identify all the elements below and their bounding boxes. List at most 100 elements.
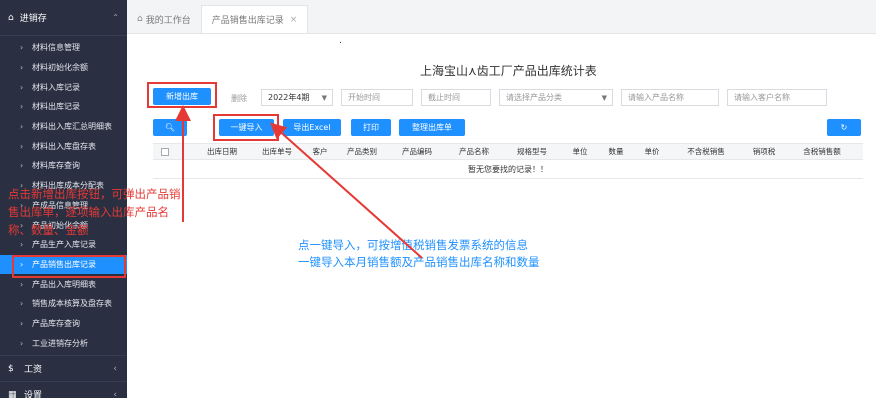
annotation-import: 点一键导入，可按增值税销售发票系统的信息 一键导入本月销售额及产品销售出库名称和… — [298, 237, 540, 271]
col-unit: 单位 — [572, 147, 588, 156]
chevron-right-icon: › — [20, 338, 24, 348]
sidebar-item-label: 材料入库记录 — [32, 82, 80, 92]
sidebar-item-label: 销售成本核算及盘存表 — [32, 299, 112, 309]
grid-icon: ▦ — [8, 389, 17, 398]
col-gross-sales: 含税销售额 — [803, 147, 841, 156]
new-outbound-button[interactable]: 新增出库 — [153, 88, 211, 105]
tab-product-sales-out[interactable]: 产品销售出库记录 × — [200, 5, 309, 33]
chevron-right-icon: › — [20, 259, 24, 269]
sidebar-item-label: 产品销售出库记录 — [32, 259, 96, 269]
period-value: 2022年4期 — [268, 93, 310, 102]
sidebar-item-material-info[interactable]: › 材料信息管理 — [0, 38, 127, 58]
main-content: . 上海宝山⋏齿工厂产品出库统计表 新增出库 删除 2022年4期 ▼ 开始时间… — [127, 34, 876, 398]
chevron-right-icon: › — [20, 279, 24, 289]
sidebar-item-product-detail[interactable]: › 产品出入库明细表 — [0, 274, 127, 294]
home-icon: ⌂ — [8, 12, 14, 23]
period-select[interactable]: 2022年4期 ▼ — [261, 89, 333, 106]
chevron-right-icon: › — [20, 102, 24, 112]
sidebar-header-label: 进销存 — [19, 14, 47, 24]
chevron-left-icon: ‹ — [113, 363, 117, 374]
sidebar-item-material-stock[interactable]: › 材料库存查询 — [0, 156, 127, 176]
sidebar-item-label: 产品生产入库记录 — [32, 240, 96, 250]
annotation-import-line2: 一键导入本月销售额及产品销售出库名称和数量 — [298, 255, 540, 269]
col-net-sales: 不含税销售 — [687, 147, 725, 156]
sidebar-item-label: 材料出入库汇总明细表 — [32, 122, 112, 132]
sidebar-item-product-sales-out[interactable]: › 产品销售出库记录 — [0, 254, 127, 278]
home-icon: ⌂ — [137, 14, 143, 24]
sidebar-item-material-init[interactable]: › 材料初始化余额 — [0, 58, 127, 78]
col-customer: 客户 — [312, 147, 328, 156]
tab-label: 产品销售出库记录 — [211, 16, 284, 26]
print-button[interactable]: 打印 — [351, 119, 391, 136]
sidebar-item-material-inventory[interactable]: › 材料出入库盘存表 — [0, 136, 127, 156]
annotation-import-line1: 点一键导入，可按增值税销售发票系统的信息 — [298, 238, 528, 252]
dollar-icon: $ — [8, 363, 14, 374]
sidebar-item-label: 工业进销存分析 — [32, 338, 88, 348]
sidebar-item-material-out[interactable]: › 材料出库记录 — [0, 97, 127, 117]
close-icon[interactable]: × — [290, 15, 298, 25]
customer-name-input[interactable]: 请输入客户名称 — [727, 89, 827, 106]
caret-down-icon: ▼ — [321, 94, 327, 102]
col-output-tax: 销项税 — [752, 147, 776, 156]
sidebar-item-label: 材料初始化余额 — [32, 63, 88, 73]
sidebar-item-product-stock[interactable]: › 产品库存查询 — [0, 314, 127, 334]
search-icon: 🔍︎ — [164, 123, 176, 132]
product-name-input[interactable]: 请输入产品名称 — [621, 89, 719, 106]
sidebar-item-label: 产品库存查询 — [32, 318, 80, 328]
chevron-right-icon: › — [20, 240, 24, 250]
col-code: 产品编码 — [402, 147, 432, 156]
chevron-right-icon: › — [20, 318, 24, 328]
refresh-icon: ↻ — [840, 123, 848, 132]
col-date: 出库日期 — [207, 147, 237, 156]
export-excel-button[interactable]: 导出Excel — [283, 119, 341, 136]
chevron-right-icon: › — [20, 299, 24, 309]
chevron-right-icon: › — [20, 141, 24, 151]
table-empty-row: 暂无您要找的记录！！ — [153, 160, 863, 179]
search-button[interactable]: 🔍︎ — [153, 119, 187, 136]
chevron-up-icon: ⌃ — [112, 13, 119, 22]
one-click-import-button[interactable]: 一键导入 — [219, 119, 274, 136]
refresh-button[interactable]: ↻ — [827, 119, 861, 136]
col-order-no: 出库单号 — [262, 147, 292, 156]
col-name: 产品名称 — [459, 147, 489, 156]
end-date-input[interactable]: 截止时间 — [421, 89, 491, 106]
table-header: 出库日期 出库单号 客户 产品类别 产品编码 产品名称 规格型号 单位 数量 单… — [153, 143, 863, 160]
col-spec: 规格型号 — [517, 147, 547, 156]
col-category: 产品类别 — [347, 147, 377, 156]
sidebar-item-material-in[interactable]: › 材料入库记录 — [0, 77, 127, 97]
sidebar-group-salary[interactable]: $ 工资 ‹ — [0, 355, 127, 381]
sidebar-group-settings[interactable]: ▦ 设置 ‹ — [0, 381, 127, 398]
col-qty: 数量 — [608, 147, 624, 156]
category-select[interactable]: 请选择产品分类 ▼ — [499, 89, 613, 106]
sidebar-group-label: 工资 — [24, 365, 43, 375]
stray-dot: . — [339, 36, 342, 46]
start-date-input[interactable]: 开始时间 — [341, 89, 413, 106]
select-all-checkbox[interactable] — [161, 147, 169, 156]
sidebar-header[interactable]: ⌂ 进销存 ⌃ — [0, 0, 127, 36]
organize-outbound-button[interactable]: 整理出库单 — [399, 119, 465, 136]
sidebar-item-label: 材料出入库盘存表 — [32, 141, 96, 151]
sidebar-item-label: 产品出入库明细表 — [32, 279, 96, 289]
sidebar-item-label: 材料库存查询 — [32, 161, 80, 171]
caret-down-icon: ▼ — [601, 94, 607, 102]
chevron-right-icon: › — [20, 161, 24, 171]
tab-bar: ⌂ 我的工作台 产品销售出库记录 × — [127, 0, 876, 34]
chevron-left-icon: ‹ — [113, 389, 117, 398]
chevron-right-icon: › — [20, 82, 24, 92]
annotation-new-outbound: 点击新增出库按钮，可弹出产品销售出库单，逐项输入出库产品名称、数量、金额 — [8, 187, 181, 237]
category-placeholder: 请选择产品分类 — [506, 93, 562, 102]
chevron-right-icon: › — [20, 63, 24, 73]
tab-workbench[interactable]: ⌂ 我的工作台 — [127, 5, 201, 33]
tab-label: 我的工作台 — [145, 15, 191, 26]
delete-button[interactable]: 删除 — [225, 90, 253, 107]
sidebar-item-analysis[interactable]: › 工业进销存分析 — [0, 333, 127, 353]
chevron-right-icon: › — [20, 122, 24, 132]
sidebar-item-material-summary[interactable]: › 材料出入库汇总明细表 — [0, 117, 127, 137]
page-title: 上海宝山⋏齿工厂产品出库统计表 — [420, 64, 597, 78]
sidebar-item-label: 材料信息管理 — [32, 43, 80, 53]
col-price: 单价 — [644, 147, 660, 156]
sidebar-item-sales-cost[interactable]: › 销售成本核算及盘存表 — [0, 294, 127, 314]
sidebar-group-label: 设置 — [24, 391, 43, 398]
sidebar-item-label: 材料出库记录 — [32, 102, 80, 112]
chevron-right-icon: › — [20, 43, 24, 53]
